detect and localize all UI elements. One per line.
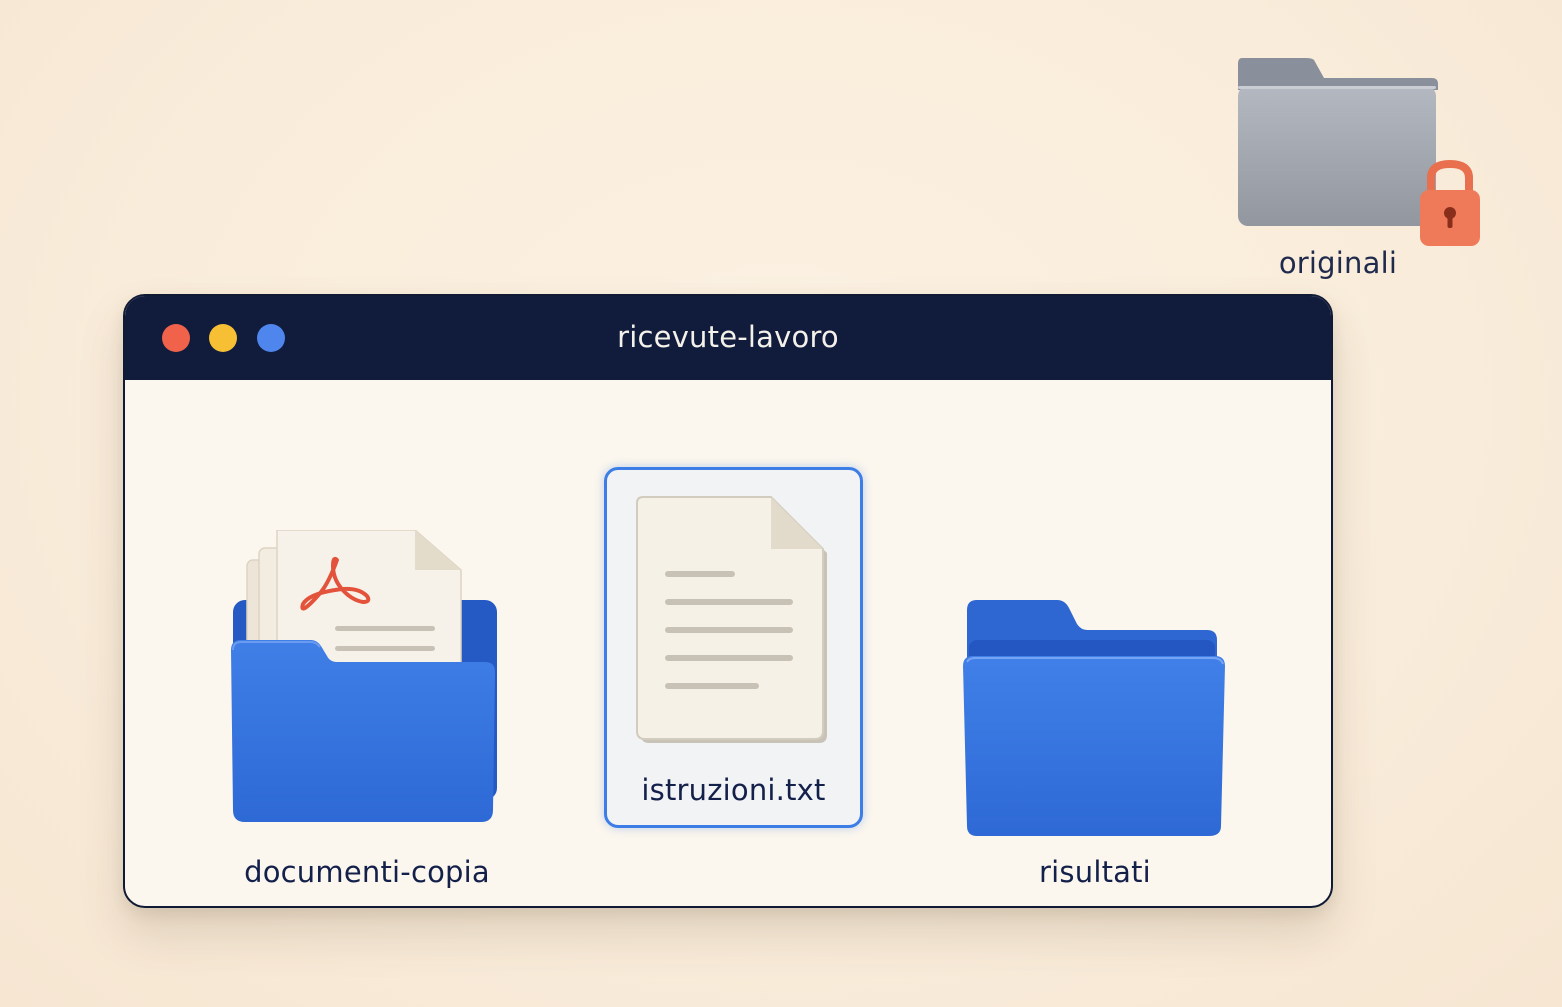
finder-window: ricevute-lavoro documenti-copia istruzio… [123,294,1333,908]
lock-icon [1420,159,1480,246]
window-content: documenti-copia istruzioni.txt risultati [125,380,1331,906]
file-istruzioni-txt[interactable]: istruzioni.txt [604,467,863,828]
folder-risultati[interactable]: risultati [955,600,1235,890]
folder-icon [963,600,1225,836]
desktop-folder-originali[interactable]: originali [1228,50,1488,290]
folder-documenti-copia[interactable]: documenti-copia [217,530,517,890]
folder-with-pdf-icon [231,530,497,822]
window-titlebar[interactable]: ricevute-lavoro [125,296,1331,380]
item-label: documenti-copia [244,855,490,889]
desktop-folder-label: originali [1278,246,1398,280]
text-file-icon [636,496,827,743]
locked-folder-icon [1238,58,1480,246]
window-title: ricevute-lavoro [617,320,839,354]
item-label: istruzioni.txt [641,773,826,807]
item-label: risultati [1039,855,1151,889]
